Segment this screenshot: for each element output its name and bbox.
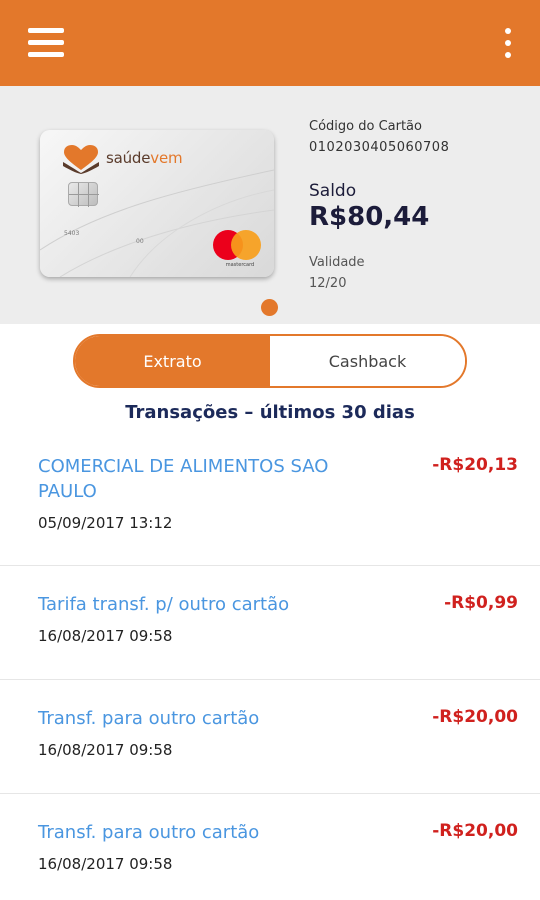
hamburger-menu-icon[interactable] [26,26,68,60]
tab-cashback[interactable]: Cashback [270,336,465,386]
validity-value: 12/20 [309,276,347,291]
transaction-row[interactable]: Transf. para outro cartão 16/08/2017 09:… [0,680,540,794]
card-chip-icon [68,182,99,207]
transaction-amount: -R$20,00 [432,707,518,727]
payment-card[interactable]: saúdevem 5403 00 mastercard [40,130,274,277]
transaction-date: 16/08/2017 09:58 [38,741,173,759]
carousel-page-indicator[interactable] [261,299,278,316]
balance-value: R$80,44 [309,202,430,232]
tab-extrato[interactable]: Extrato [75,336,270,386]
balance-label: Saldo [309,181,357,201]
transaction-amount: -R$20,13 [432,455,518,475]
statement-cashback-toggle: Extrato Cashback [73,334,467,388]
section-title: Transações – últimos 30 dias [125,402,415,423]
transaction-amount: -R$0,99 [444,593,518,613]
card-panel: saúdevem 5403 00 mastercard Código do Ca… [0,86,540,324]
transaction-date: 16/08/2017 09:58 [38,855,173,873]
app-bar [0,0,540,86]
transaction-row[interactable]: Tarifa transf. p/ outro cartão 16/08/201… [0,566,540,680]
transaction-description: Transf. para outro cartão [38,708,260,729]
transaction-row[interactable]: Transf. para outro cartão 16/08/2017 09:… [0,794,540,900]
card-number-fragment: 00 [136,238,144,245]
card-code-value: 0102030405060708 [309,140,450,155]
transaction-description: Tarifa transf. p/ outro cartão [38,594,290,615]
more-vertical-icon[interactable] [496,24,520,62]
transaction-description: Transf. para outro cartão [38,822,260,843]
card-number-fragment: 5403 [64,230,80,237]
transaction-date: 05/09/2017 13:12 [38,514,173,532]
transaction-date: 16/08/2017 09:58 [38,627,173,645]
transaction-list: COMERCIAL DE ALIMENTOS SAO PAULO 05/09/2… [0,440,540,900]
transaction-description: COMERCIAL DE ALIMENTOS SAO PAULO [38,456,329,502]
saudevem-logo-icon [62,144,100,174]
mastercard-logo-icon: mastercard [213,230,263,268]
transaction-amount: -R$20,00 [432,821,518,841]
transaction-row[interactable]: COMERCIAL DE ALIMENTOS SAO PAULO 05/09/2… [0,440,540,566]
validity-label: Validade [309,255,365,270]
card-brand-name: saúdevem [106,149,183,167]
card-code-label: Código do Cartão [309,119,422,134]
